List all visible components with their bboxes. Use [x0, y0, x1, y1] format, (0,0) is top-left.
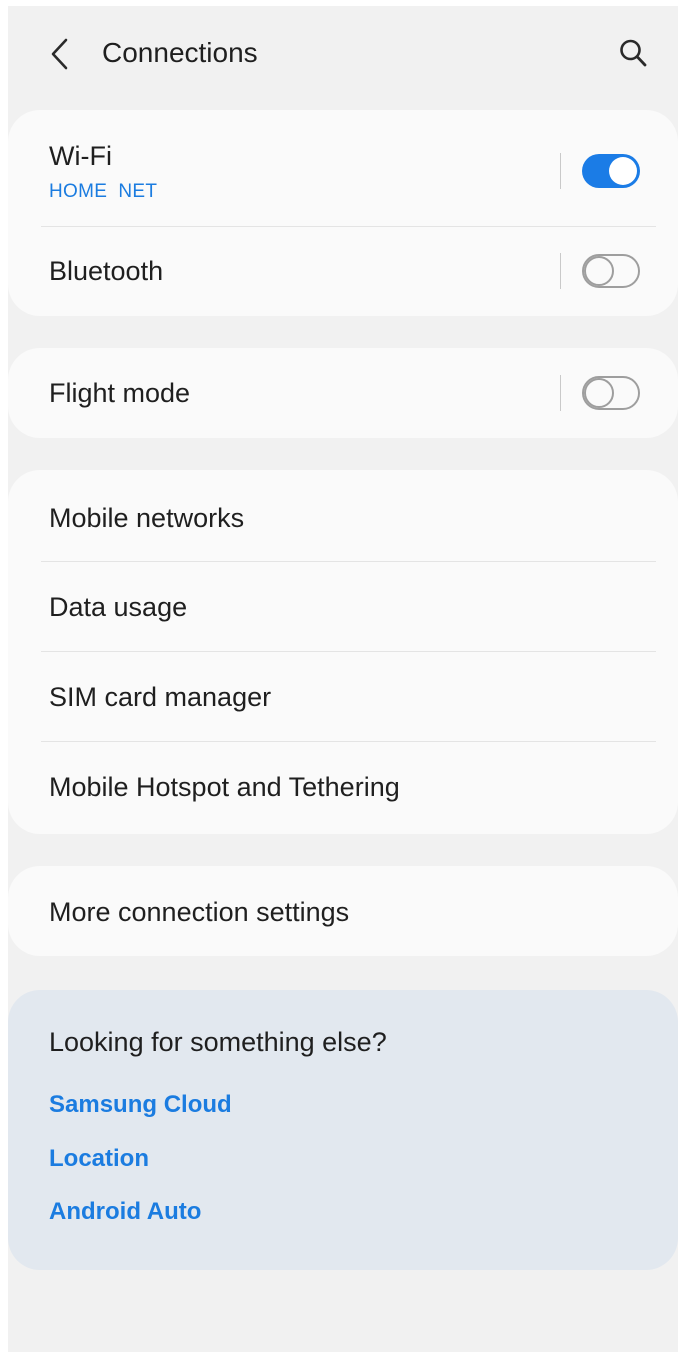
sim-card-manager-row[interactable]: SIM card manager	[8, 651, 678, 741]
wifi-row[interactable]: Wi-Fi HOME NET	[8, 110, 678, 226]
data-usage-row[interactable]: Data usage	[8, 561, 678, 651]
flight-mode-label: Flight mode	[49, 378, 191, 408]
more-settings-card: More connection settings	[8, 866, 678, 956]
more-connection-settings-label: More connection settings	[49, 897, 350, 927]
wifi-network-name: HOME NET	[49, 181, 158, 202]
android-auto-link[interactable]: Android Auto	[49, 1198, 201, 1226]
flight-mode-card: Flight mode	[8, 348, 678, 438]
bluetooth-toggle[interactable]	[582, 254, 640, 288]
flight-mode-separator	[560, 375, 561, 411]
list-item-label: SIM card manager	[49, 682, 272, 712]
page-title: Connections	[102, 37, 258, 68]
suggestions-title: Looking for something else?	[49, 1027, 387, 1057]
location-link[interactable]: Location	[49, 1145, 149, 1173]
flight-mode-row[interactable]: Flight mode	[8, 348, 678, 438]
bluetooth-label: Bluetooth	[49, 256, 164, 286]
flight-mode-toggle-knob	[584, 378, 614, 408]
app-bar: Connections	[8, 6, 678, 101]
mobile-networks-row[interactable]: Mobile networks	[8, 470, 678, 561]
connections-screen: Connections Wi-Fi HOME NET Bluetooth Fli…	[8, 6, 678, 1352]
search-icon[interactable]	[618, 37, 648, 69]
list-item-label: Mobile Hotspot and Tethering	[49, 772, 400, 802]
more-connection-settings-row[interactable]: More connection settings	[8, 866, 678, 956]
bluetooth-separator	[560, 253, 561, 289]
network-settings-card: Mobile networks Data usage SIM card mana…	[8, 470, 678, 834]
wifi-toggle-knob	[609, 157, 637, 185]
wifi-label: Wi-Fi	[49, 141, 112, 171]
wireless-card: Wi-Fi HOME NET Bluetooth	[8, 110, 678, 316]
bluetooth-row[interactable]: Bluetooth	[8, 226, 678, 316]
list-item-label: Data usage	[49, 592, 188, 622]
list-item-label: Mobile networks	[49, 503, 245, 533]
flight-mode-toggle[interactable]	[582, 376, 640, 410]
bluetooth-toggle-knob	[584, 256, 614, 286]
hotspot-tethering-row[interactable]: Mobile Hotspot and Tethering	[8, 741, 678, 834]
wifi-separator	[560, 153, 561, 189]
wifi-toggle[interactable]	[582, 154, 640, 188]
chevron-left-icon[interactable]	[48, 36, 72, 72]
suggestions-panel: Looking for something else? Samsung Clou…	[8, 990, 678, 1270]
samsung-cloud-link[interactable]: Samsung Cloud	[49, 1091, 232, 1119]
